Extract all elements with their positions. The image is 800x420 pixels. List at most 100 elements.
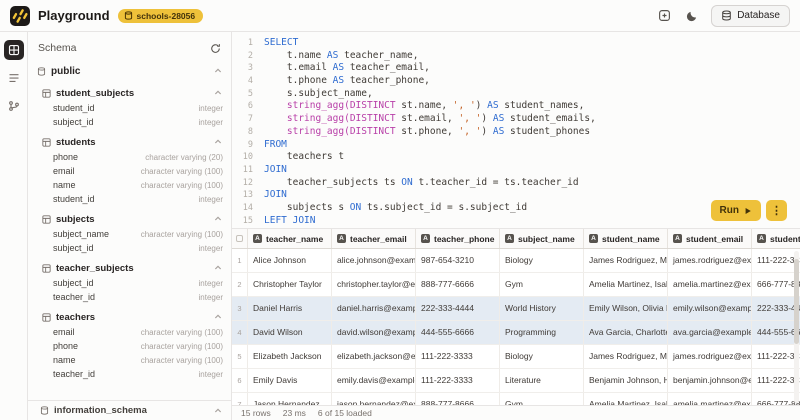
table-cell[interactable]: alice.johnson@example.com [332,249,416,272]
table-item[interactable]: student_subjects [28,85,231,101]
table-cell[interactable]: ava.garcia@example.com [668,321,752,344]
column-header[interactable]: Ateacher_phone [416,229,500,248]
table-cell[interactable]: benjamin.johnson@example.com [668,369,752,392]
table-cell[interactable]: Gym [500,273,584,296]
table-cell[interactable]: james.rodriguez@example.com [668,345,752,368]
column-header[interactable]: Ateacher_email [332,229,416,248]
column-item[interactable]: teacher_idinteger [28,290,231,304]
code-line[interactable]: 7 string_agg(DISTINCT st.email, ', ') AS… [232,113,800,126]
table-row[interactable]: 4David Wilsondavid.wilson@example.com444… [232,321,800,345]
table-cell[interactable]: 222-333-4444 [416,297,500,320]
table-cell[interactable]: Emily Wilson, Olivia Brown [584,297,668,320]
table-cell[interactable]: emily.davis@example.com [332,369,416,392]
table-cell[interactable]: Biology [500,345,584,368]
code-line[interactable]: 11JOIN [232,164,800,177]
column-header[interactable]: Astudent_name [584,229,668,248]
column-header[interactable]: Asubject_name [500,229,584,248]
table-row[interactable]: 5Elizabeth Jacksonelizabeth.jackson@exam… [232,345,800,369]
table-cell[interactable]: 888-777-6666 [416,273,500,296]
run-options-button[interactable]: ⋮ [766,200,787,221]
scrollbar-thumb[interactable] [794,259,799,344]
table-cell[interactable]: Amelia Martinez, Isabella Thomas [584,393,668,405]
row-index-header[interactable] [232,229,248,248]
code-line[interactable]: 9FROM [232,139,800,152]
table-cell[interactable]: 111-222-3333, 222-333-4444 [752,369,800,392]
drizzle-logo-icon[interactable] [10,6,30,26]
table-row[interactable]: 7Jason Hernandezjason.hernandez@example.… [232,393,800,405]
database-badge[interactable]: schools-28056 [118,9,204,23]
code-line[interactable]: 12 teacher_subjects ts ON t.teacher_id =… [232,177,800,190]
table-cell[interactable]: Benjamin Johnson, Henry Moore [584,369,668,392]
table-cell[interactable]: Programming [500,321,584,344]
table-cell[interactable]: 111-222-3333, 999-888-7777 [752,249,800,272]
table-cell[interactable]: amelia.martinez@example.com [668,273,752,296]
table-cell[interactable]: Ava Garcia, Charlotte Davis [584,321,668,344]
column-item[interactable]: phonecharacter varying (100) [28,339,231,353]
refresh-icon[interactable] [210,43,221,54]
column-item[interactable]: emailcharacter varying (100) [28,164,231,178]
tables-view-button[interactable] [4,40,24,60]
table-cell[interactable]: 666-777-8888, 555-444-3333 [752,393,800,405]
column-item[interactable]: namecharacter varying (100) [28,353,231,367]
table-cell[interactable]: Amelia Martinez, Isabella Thomas [584,273,668,296]
table-cell[interactable]: Alice Johnson [248,249,332,272]
table-cell[interactable]: elizabeth.jackson@example.com [332,345,416,368]
code-line[interactable]: 6 string_agg(DISTINCT st.name, ', ') AS … [232,100,800,113]
table-cell[interactable]: amelia.martinez@example.com [668,393,752,405]
code-line[interactable]: 4 t.phone AS teacher_phone, [232,75,800,88]
code-line[interactable]: 5 s.subject_name, [232,88,800,101]
column-item[interactable]: subject_idinteger [28,276,231,290]
table-cell[interactable]: emily.wilson@example.com [668,297,752,320]
table-cell[interactable]: David Wilson [248,321,332,344]
column-item[interactable]: teacher_idinteger [28,367,231,381]
column-item[interactable]: namecharacter varying (100) [28,178,231,192]
table-cell[interactable]: james.rodriguez@example.com [668,249,752,272]
table-item[interactable]: teachers [28,309,231,325]
table-row[interactable]: 3Daniel Harrisdaniel.harris@example.com2… [232,297,800,321]
column-item[interactable]: subject_idinteger [28,115,231,129]
column-item[interactable]: student_idinteger [28,192,231,206]
table-item[interactable]: subjects [28,211,231,227]
table-cell[interactable]: James Rodriguez, Mia Anderson [584,249,668,272]
table-cell[interactable]: 888-777-8666 [416,393,500,405]
table-cell[interactable]: 444-555-6666, 333-222-1111 [752,321,800,344]
table-item[interactable]: students [28,134,231,150]
table-row[interactable]: 2Christopher Taylorchristopher.taylor@ex… [232,273,800,297]
table-cell[interactable]: Emily Davis [248,369,332,392]
run-button[interactable]: Run [711,200,761,221]
table-cell[interactable]: Daniel Harris [248,297,332,320]
schema-item-public[interactable]: public [28,62,231,80]
table-cell[interactable]: 111-222-3333 [416,369,500,392]
table-cell[interactable]: david.wilson@example.com [332,321,416,344]
table-cell[interactable]: World History [500,297,584,320]
table-cell[interactable]: 666-777-8888, 555-444-3333 [752,273,800,296]
code-line[interactable]: 8 string_agg(DISTINCT st.phone, ', ') AS… [232,126,800,139]
database-button[interactable]: Database [711,5,790,27]
theme-toggle-moon-icon[interactable] [684,8,699,23]
column-item[interactable]: phonecharacter varying (20) [28,150,231,164]
table-cell[interactable]: jason.hernandez@example.com [332,393,416,405]
code-line[interactable]: 3 t.email AS teacher_email, [232,62,800,75]
column-item[interactable]: emailcharacter varying (100) [28,325,231,339]
table-row[interactable]: 6Emily Davisemily.davis@example.com111-2… [232,369,800,393]
column-item[interactable]: student_idinteger [28,101,231,115]
column-item[interactable]: subject_idinteger [28,241,231,255]
column-header[interactable]: Astudent_phone [752,229,800,248]
queries-view-button[interactable] [4,68,24,88]
table-cell[interactable]: 987-654-3210 [416,249,500,272]
column-header[interactable]: Astudent_email [668,229,752,248]
share-icon[interactable] [657,8,672,23]
table-cell[interactable]: Biology [500,249,584,272]
table-cell[interactable]: Christopher Taylor [248,273,332,296]
table-cell[interactable]: Elizabeth Jackson [248,345,332,368]
column-header[interactable]: Ateacher_name [248,229,332,248]
table-cell[interactable]: Jason Hernandez [248,393,332,405]
column-item[interactable]: subject_namecharacter varying (100) [28,227,231,241]
table-cell[interactable]: Literature [500,369,584,392]
table-cell[interactable]: 111-222-3333 [416,345,500,368]
code-line[interactable]: 2 t.name AS teacher_name, [232,50,800,63]
vertical-scrollbar[interactable] [794,251,799,403]
table-item[interactable]: teacher_subjects [28,260,231,276]
schema-item-information-schema[interactable]: information_schema [28,400,231,420]
table-cell[interactable]: 111-222-3333, 999-888-7777 [752,345,800,368]
